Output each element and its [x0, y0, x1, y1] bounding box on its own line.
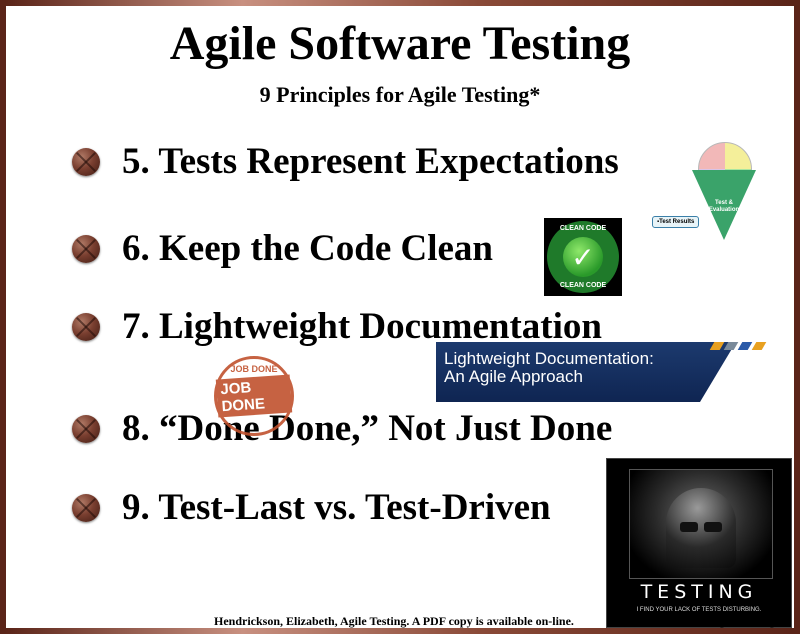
banner-line-1: Lightweight Documentation: — [444, 349, 654, 368]
poster-image — [629, 469, 773, 579]
banner-line-2: An Agile Approach — [444, 366, 583, 386]
banner-text: Lightweight Documentation: An Agile Appr… — [444, 350, 654, 386]
bullet-icon — [72, 234, 100, 263]
helmet-icon — [666, 488, 736, 568]
test-evaluation-graphic: Test & Evaluation ▪Test Results — [652, 142, 772, 250]
principle-item: 8. “Done Done,” Not Just Done — [72, 407, 612, 450]
footer-page-label: Agile Testing 6 — [710, 614, 784, 628]
clean-code-ring: CLEAN CODE ✓ CLEAN CODE — [547, 221, 619, 293]
principle-label: 9. Test-Last vs. Test-Driven — [122, 487, 551, 528]
bullet-icon — [72, 414, 100, 443]
testing-poster: TESTING I FIND YOUR LACK OF TESTS DISTUR… — [606, 458, 792, 628]
bullet-icon — [72, 312, 100, 341]
slide-subtitle: 9 Principles for Agile Testing* — [259, 82, 541, 107]
clean-code-badge: CLEAN CODE ✓ CLEAN CODE — [544, 218, 622, 296]
helmet-eye — [680, 522, 698, 532]
footer-citation: Hendrickson, Elizabeth, Agile Testing. A… — [214, 614, 574, 628]
check-icon: ✓ — [563, 237, 603, 277]
principle-label: 6. Keep the Code Clean — [122, 228, 493, 269]
lightweight-documentation-banner: Lightweight Documentation: An Agile Appr… — [436, 342, 776, 402]
poster-caption: I FIND YOUR LACK OF TESTS DISTURBING. — [636, 607, 762, 613]
bullet-icon — [72, 493, 100, 522]
principle-item: 9. Test-Last vs. Test-Driven — [72, 486, 551, 529]
clean-code-ring-text: CLEAN CODE — [559, 225, 607, 232]
principle-item: 6. Keep the Code Clean — [72, 227, 493, 270]
pie-label: Test & Evaluation — [708, 200, 740, 213]
principle-label: 5. Tests Represent Expectations — [122, 141, 619, 182]
poster-title: TESTING — [640, 581, 758, 603]
slide-title: Agile Software Testing — [169, 17, 631, 70]
principle-label: 8. “Done Done,” Not Just Done — [122, 408, 613, 449]
job-done-stamp: JOB DONE JOB DONE — [214, 356, 294, 436]
slide: Agile Software Testing 9 Principles for … — [0, 0, 800, 634]
stripe-icon — [751, 342, 767, 350]
stamp-top-text: JOB DONE — [230, 364, 278, 374]
stamp-main-text: JOB DONE — [215, 374, 293, 418]
stripe-icon — [737, 342, 753, 350]
helmet-eye — [704, 522, 722, 532]
bullet-icon — [72, 147, 100, 176]
test-results-callout: ▪Test Results — [652, 216, 700, 228]
principle-item: 5. Tests Represent Expectations — [72, 140, 619, 183]
clean-code-ring-text: CLEAN CODE — [559, 282, 607, 289]
